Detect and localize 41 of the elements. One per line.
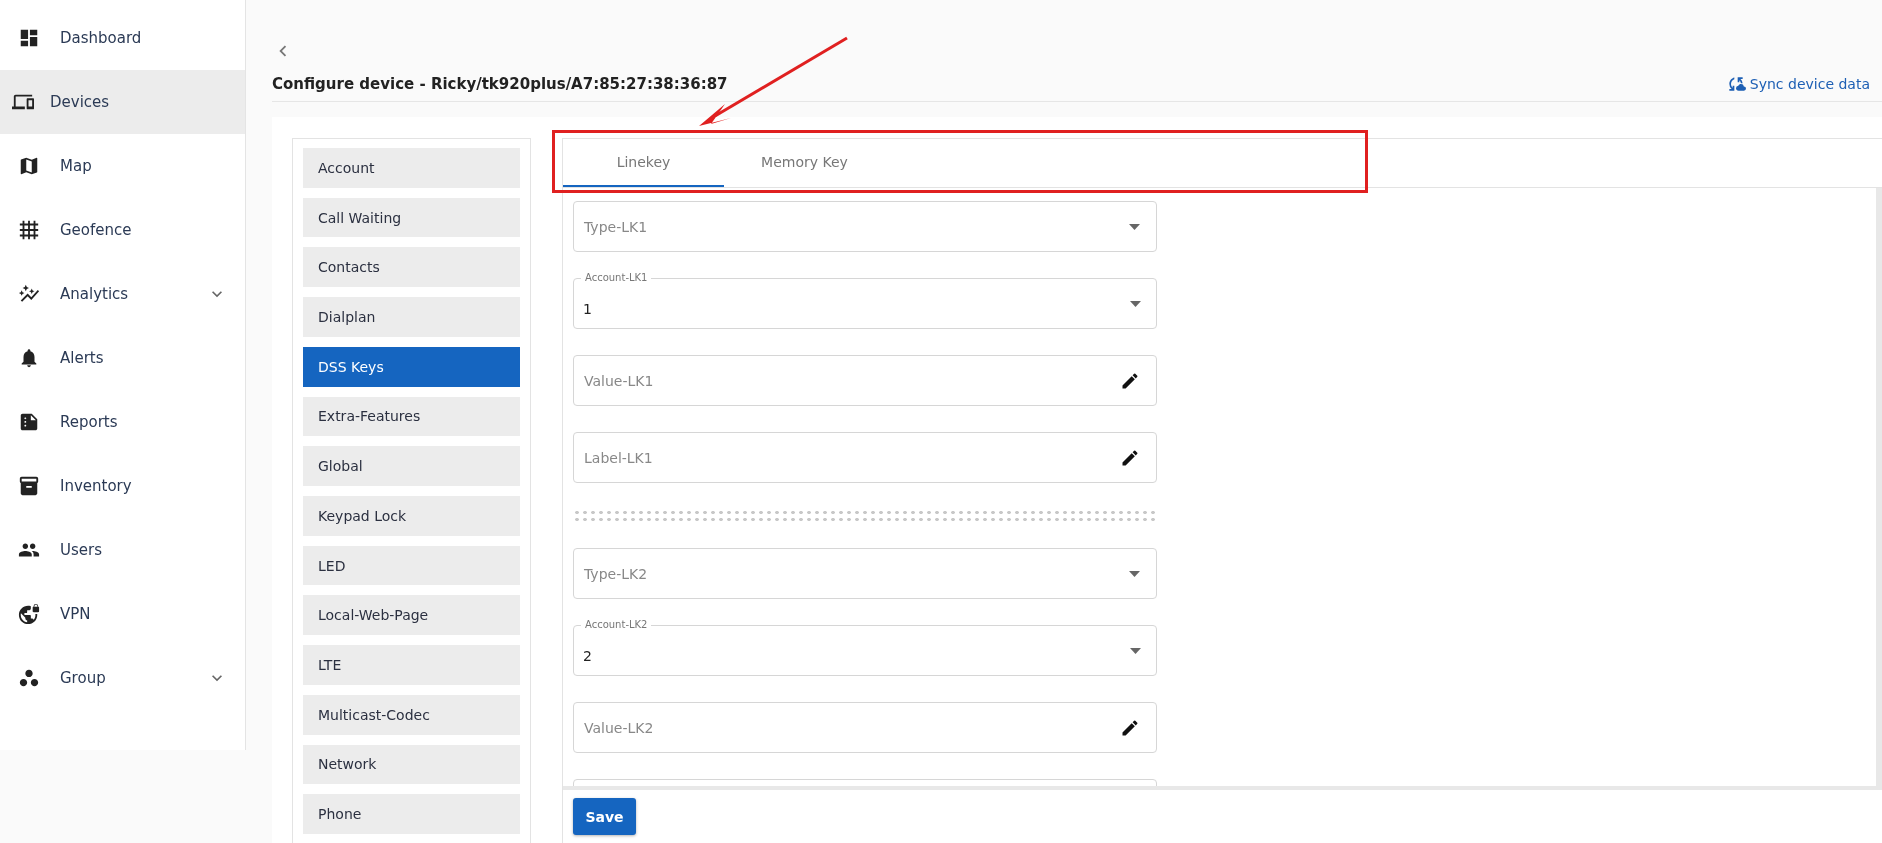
select-field[interactable]: Account-LK2 2 [573,618,1157,676]
document-icon [18,411,40,433]
section-item[interactable]: Call Waiting [303,197,520,238]
input-field[interactable]: Value-LK1 [573,355,1157,406]
archive-box-icon [18,475,40,497]
globe-lock-icon [18,603,40,625]
select-field[interactable]: Account-LK1 1 [573,271,1157,329]
section-item[interactable]: Local-Web-Page [303,595,520,636]
section-item[interactable]: DSS Keys [303,346,520,387]
select-field[interactable]: Type-LK2 [573,548,1157,599]
section-item[interactable]: Dialplan [303,297,520,337]
save-button[interactable]: Save [573,798,636,835]
section-item[interactable]: Keypad Lock [303,496,520,536]
dropdown-icon [1130,300,1141,307]
pencil-icon [1120,370,1140,391]
dashboard-icon [18,27,40,49]
section-item[interactable]: LTE [303,645,520,685]
pencil-icon [1120,717,1140,738]
section-item[interactable]: Account [303,148,520,188]
tab[interactable]: Memory Key [724,139,885,187]
tab[interactable]: Linekey [563,139,724,187]
section-item[interactable]: Extra-Features [303,396,520,437]
section-item[interactable]: LED [303,545,520,586]
input-field[interactable]: Label-LK1 [573,432,1157,483]
dropdown-icon [1129,223,1140,230]
grid-icon [18,219,40,241]
circles-icon [18,667,40,689]
page-title: Configure device - Ricky/tk920plus/A7:85:27:38:36:87 [272,74,728,93]
pencil-icon [1120,447,1140,468]
dropdown-icon [1130,647,1141,654]
nav-item[interactable]: Devices [0,70,245,134]
section-item[interactable]: Network [303,744,520,785]
map-icon [18,155,40,177]
sync-link[interactable]: Sync device data [1725,73,1870,94]
section-item[interactable]: Global [303,446,520,487]
section-item[interactable]: Phone [303,794,520,835]
section-item[interactable]: Contacts [303,247,520,288]
dropdown-icon [1129,570,1140,577]
section-item[interactable]: Multicast-Codec [303,694,520,735]
select-field[interactable]: Type-LK1 [573,201,1157,252]
input-field[interactable]: Value-LK2 [573,702,1157,753]
